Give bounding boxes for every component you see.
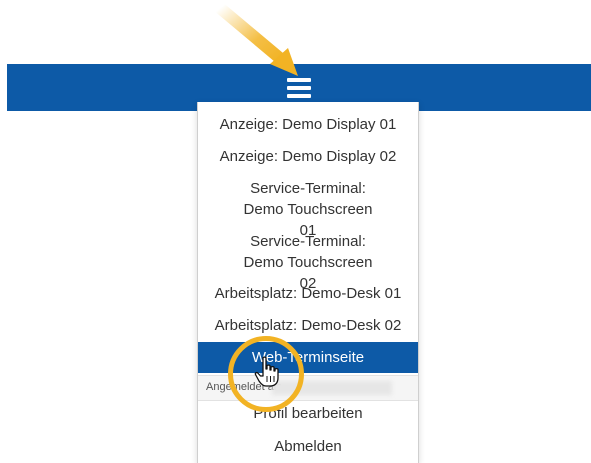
screen: Anzeige: Demo Display 01 Anzeige: Demo D…	[0, 0, 591, 463]
menu-item-anzeige-display-01[interactable]: Anzeige: Demo Display 01	[198, 114, 418, 135]
hamburger-icon	[287, 78, 311, 82]
username-redacted	[272, 381, 392, 395]
edit-profile-link[interactable]: Profil bearbeiten	[198, 403, 418, 424]
logged-in-info: Angemeldet als	[198, 375, 418, 401]
menu-item-arbeitsplatz-desk-01[interactable]: Arbeitsplatz: Demo-Desk 01	[198, 283, 418, 304]
menu-item-arbeitsplatz-desk-02[interactable]: Arbeitsplatz: Demo-Desk 02	[198, 315, 418, 336]
hamburger-icon	[287, 94, 311, 98]
dropdown-menu: Anzeige: Demo Display 01 Anzeige: Demo D…	[197, 102, 419, 463]
hamburger-menu-button[interactable]	[284, 76, 314, 100]
hamburger-icon	[287, 86, 311, 90]
logged-in-label: Angemeldet als	[206, 381, 282, 393]
menu-item-anzeige-display-02[interactable]: Anzeige: Demo Display 02	[198, 146, 418, 167]
menu-item-web-terminseite[interactable]: Web-Terminseite	[198, 342, 418, 373]
logout-link[interactable]: Abmelden	[198, 436, 418, 457]
